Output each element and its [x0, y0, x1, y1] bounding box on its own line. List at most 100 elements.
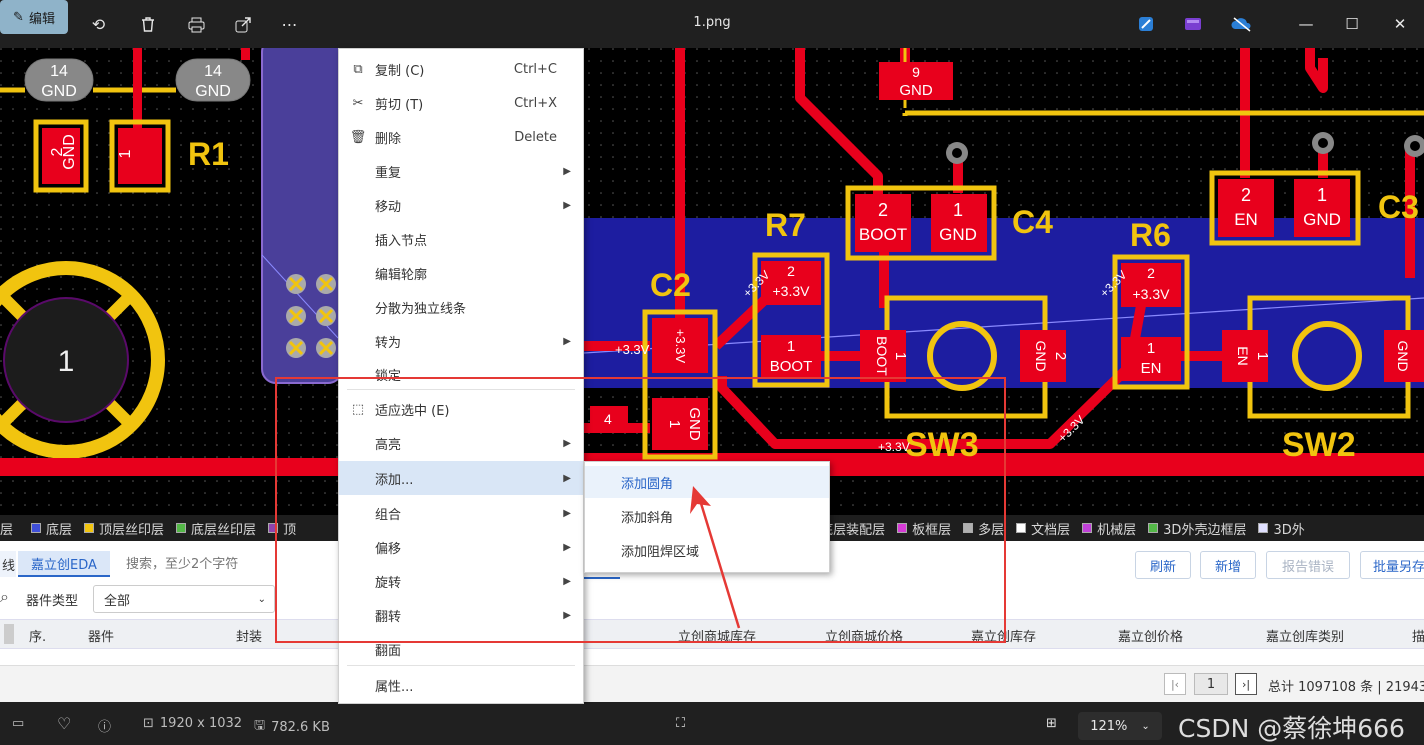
close-icon[interactable]: ✕ [1385, 10, 1415, 38]
minimize-icon[interactable]: — [1291, 10, 1321, 38]
layer-item[interactable]: 层 [0, 519, 13, 538]
column-header[interactable]: 嘉立创价格 [1118, 626, 1183, 645]
submenu-item-add-solder-mask[interactable]: 添加阻焊区域 [585, 534, 829, 566]
layer-item[interactable]: 板框层 [897, 519, 951, 538]
maximize-icon[interactable]: ☐ [1337, 10, 1367, 38]
cut-icon: ✂ [352, 95, 364, 111]
column-header[interactable]: 嘉立创库存 [971, 626, 1036, 645]
search-input[interactable] [116, 551, 338, 577]
svg-text:4: 4 [604, 411, 612, 427]
layer-color-swatch [84, 523, 95, 533]
trash-icon: 🗑 [349, 129, 367, 145]
column-header[interactable]: 立创商城库存 [678, 626, 756, 645]
svg-text:BOOT: BOOT [874, 336, 890, 376]
tab-left[interactable]: 线 [0, 551, 16, 577]
menu-item-explode[interactable]: 分散为独立线条 [339, 291, 583, 323]
layer-item[interactable]: 底层丝印层 [176, 519, 256, 538]
svg-text:2: 2 [1241, 185, 1251, 205]
tab-jlc-eda[interactable]: 嘉立创EDA [18, 551, 110, 577]
device-type-select[interactable]: 全部 ⌄ [93, 585, 275, 613]
menu-item-flip[interactable]: 翻转 ▶ [339, 599, 583, 631]
menu-item-move[interactable]: 移动 ▶ [339, 189, 583, 221]
menu-item-cut[interactable]: ✂ 剪切 (T) Ctrl+X [339, 87, 583, 119]
layer-item[interactable]: 3D外 [1258, 519, 1305, 538]
layer-color-swatch [1148, 523, 1159, 533]
watermark-text: CSDN @蔡徐坤666 [1178, 714, 1405, 743]
svg-text:EN: EN [1235, 346, 1251, 365]
search-icon[interactable]: ⌕ [0, 587, 9, 607]
svg-text:GND: GND [1395, 340, 1411, 371]
designer-app-icon[interactable] [1131, 10, 1161, 38]
chevron-right-icon: ▶ [563, 437, 571, 449]
onedrive-icon[interactable] [1227, 10, 1257, 38]
menu-item-fit-selection[interactable]: ⬚ 适应选中 (E) [339, 393, 583, 425]
submenu-item-add-chamfer[interactable]: 添加斜角 [585, 500, 829, 532]
svg-text:1: 1 [953, 200, 963, 220]
svg-text:1: 1 [666, 420, 683, 428]
add-button[interactable]: 新增 [1200, 551, 1256, 579]
column-header[interactable]: 嘉立创库类别 [1266, 626, 1344, 645]
pcb-view: 14 GND 14 GND 2 GND 1 R1 1 9 GND 2 BOOT … [0, 48, 1424, 518]
refresh-button[interactable]: 刷新 [1135, 551, 1191, 579]
zoom-select[interactable]: 121% ⌄ [1078, 712, 1162, 740]
menu-item-repeat[interactable]: 重复 ▶ [339, 155, 583, 187]
edit-button[interactable]: ✎ 编辑 [0, 0, 68, 34]
favorite-icon[interactable]: ♡ [57, 714, 71, 733]
menu-item-delete[interactable]: 🗑 删除 Delete [339, 121, 583, 153]
batch-save-button[interactable]: 批量另存 [1360, 551, 1424, 579]
file-size: 🖫 782.6 KB [254, 716, 330, 738]
menu-item-flip-side[interactable]: 翻面 [339, 633, 583, 665]
svg-text:GND: GND [61, 134, 78, 170]
info-icon[interactable]: ⓘ [98, 716, 111, 735]
pad-gnd14-b: 14 GND [175, 58, 251, 102]
layer-item[interactable]: 多层 [963, 519, 1004, 538]
menu-item-copy[interactable]: ⧉ 复制 (C) Ctrl+C [339, 53, 583, 85]
layer-item[interactable]: 机械层 [1082, 519, 1136, 538]
menu-item-highlight[interactable]: 高亮 ▶ [339, 427, 583, 459]
fit-screen-icon[interactable]: ⛶ [676, 716, 685, 731]
column-header[interactable]: 器件 [88, 626, 114, 645]
layer-item[interactable]: 顶层丝印层 [84, 519, 164, 538]
more-icon[interactable]: ⋯ [273, 8, 306, 41]
column-header[interactable]: 立创商城价格 [825, 626, 903, 645]
menu-item-convert[interactable]: 转为 ▶ [339, 325, 583, 357]
svg-text:EN: EN [1234, 210, 1258, 229]
column-header[interactable]: 序. [29, 626, 46, 645]
svg-text:1: 1 [117, 149, 134, 158]
menu-item-rotate[interactable]: 旋转 ▶ [339, 565, 583, 597]
svg-text:GND: GND [1303, 210, 1341, 229]
layer-color-swatch [1082, 523, 1093, 533]
menu-item-lock[interactable]: 锁定 [339, 359, 583, 381]
layer-item[interactable]: 3D外壳边框层 [1148, 519, 1246, 538]
svg-text:1: 1 [58, 345, 75, 378]
last-page-icon[interactable]: ›| [1235, 673, 1257, 695]
menu-item-group[interactable]: 组合 ▶ [339, 497, 583, 529]
save-disk-icon: 🖫 [254, 718, 266, 733]
layer-item[interactable]: 底层 [31, 519, 72, 538]
layer-item[interactable]: 顶 [268, 519, 296, 538]
rotate-icon[interactable]: ⟲ [82, 8, 115, 41]
menu-item-properties[interactable]: 属性... [339, 669, 583, 701]
menu-item-insert-node[interactable]: 插入节点 [339, 223, 583, 255]
delete-icon[interactable] [131, 8, 164, 41]
column-header[interactable]: 封装 [236, 626, 262, 645]
page-input[interactable]: 1 [1194, 673, 1228, 695]
menu-item-offset[interactable]: 偏移 ▶ [339, 531, 583, 563]
svg-text:2: 2 [1147, 265, 1155, 281]
menu-item-edit-outline[interactable]: 编辑轮廓 [339, 257, 583, 289]
fit-window-icon[interactable]: ⊞ [1046, 716, 1057, 731]
first-page-icon[interactable]: |‹ [1164, 673, 1186, 695]
layer-item[interactable]: 文档层 [1016, 519, 1070, 538]
report-error-button[interactable]: 报告错误 [1266, 551, 1350, 579]
clipchamp-app-icon[interactable] [1178, 10, 1208, 38]
print-icon[interactable] [180, 8, 213, 41]
svg-text:R7: R7 [765, 207, 806, 243]
share-icon[interactable] [227, 8, 260, 41]
svg-text:C2: C2 [650, 267, 691, 303]
pad-gnd14-a: 14 GND [24, 58, 94, 102]
menu-item-add[interactable]: 添加... ▶ [339, 461, 583, 495]
filmstrip-icon[interactable]: ▭ [12, 716, 24, 731]
column-header[interactable]: 描 [1412, 626, 1424, 645]
svg-text:1: 1 [1147, 340, 1155, 357]
submenu-item-add-fillet[interactable]: 添加圆角 [585, 466, 829, 498]
